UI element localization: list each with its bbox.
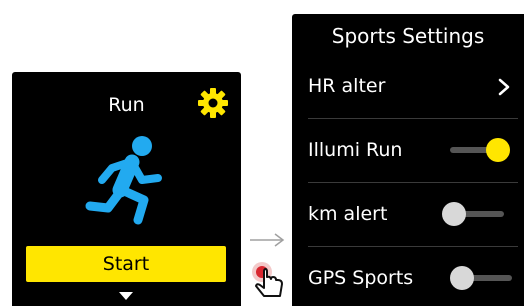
setting-row-illumi-run[interactable]: Illumi Run [308,122,518,178]
setting-label: Illumi Run [308,139,403,161]
chevron-down-icon[interactable] [117,290,135,302]
divider [308,182,518,183]
toggle-switch-off[interactable] [448,263,514,293]
gear-icon[interactable] [196,86,230,120]
setting-label: km alert [308,203,388,225]
divider [308,118,518,119]
setting-row-km-alert[interactable]: km alert [308,186,518,242]
page-title: Sports Settings [331,24,485,48]
divider [308,246,518,247]
run-screen: Run Start [12,72,241,306]
toggle-switch-off[interactable] [440,199,506,229]
setting-row-gps-sports[interactable]: GPS Sports [308,250,518,306]
chevron-right-icon [498,78,510,96]
setting-label: HR alter [308,75,386,97]
setting-label: GPS Sports [308,267,414,289]
tap-gesture-icon [252,262,283,297]
sports-settings-screen: Sports Settings HR alter Illumi Run km a… [292,14,524,306]
arrow-right-icon [250,233,285,247]
runner-icon [85,136,162,225]
start-button[interactable]: Start [26,246,226,282]
toggle-switch-on[interactable] [448,135,514,165]
setting-row-hr-alter[interactable]: HR alter [308,58,518,114]
